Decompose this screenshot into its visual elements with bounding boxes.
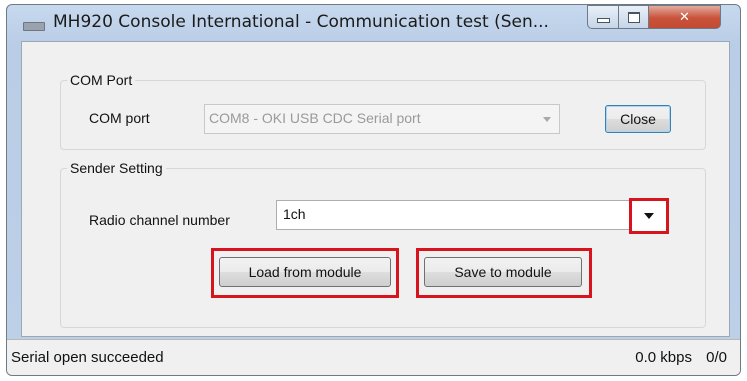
transfer-rate: 0.0 kbps [635, 349, 692, 366]
maximize-button[interactable] [619, 5, 649, 29]
minimize-button[interactable] [587, 5, 619, 29]
app-icon [23, 22, 45, 31]
window-title: MH920 Console International - Communicat… [53, 12, 549, 32]
save-to-module-button[interactable]: Save to module [424, 257, 582, 287]
close-port-button[interactable]: Close [605, 105, 671, 133]
maximize-icon [627, 11, 640, 23]
dialog-content: COM Port COM port COM8 - OKI USB CDC Ser… [21, 41, 730, 337]
close-window-button[interactable]: ✕ [649, 5, 721, 29]
status-stats: 0.0 kbps 0/0 [635, 349, 727, 366]
sender-setting-group: Sender Setting [60, 160, 706, 328]
com-port-label: COM port [89, 110, 150, 126]
sender-setting-group-label: Sender Setting [70, 160, 163, 176]
radio-channel-dropdown-button[interactable] [629, 198, 669, 234]
radio-channel-value: 1ch [283, 206, 306, 222]
title-bar[interactable]: MH920 Console International - Communicat… [7, 5, 740, 41]
x-icon: ✕ [679, 9, 690, 25]
chevron-down-icon [644, 213, 654, 219]
radio-channel-label: Radio channel number [89, 212, 230, 228]
com-port-value: COM8 - OKI USB CDC Serial port [209, 110, 421, 126]
radio-channel-select[interactable]: 1ch [276, 200, 668, 230]
chevron-down-icon [543, 117, 551, 122]
status-bar: Serial open succeeded 0.0 kbps 0/0 [7, 339, 740, 375]
packet-count: 0/0 [706, 349, 727, 366]
caption-buttons: ✕ [587, 5, 733, 31]
com-port-group-label: COM Port [70, 72, 133, 88]
load-from-module-button[interactable]: Load from module [219, 257, 391, 287]
minimize-icon [596, 17, 610, 23]
com-port-select: COM8 - OKI USB CDC Serial port [204, 104, 560, 134]
status-message: Serial open succeeded [11, 349, 164, 366]
app-window: MH920 Console International - Communicat… [6, 4, 741, 376]
